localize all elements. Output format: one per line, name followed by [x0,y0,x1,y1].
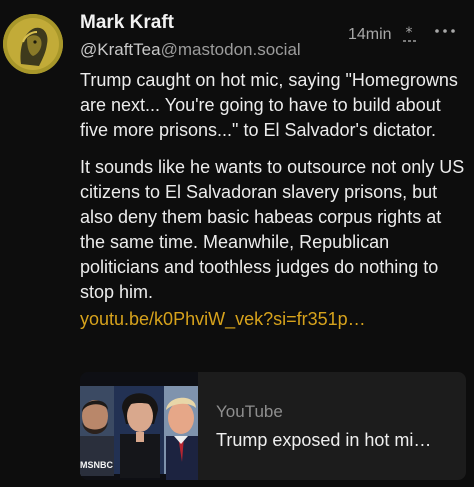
author-handle-domain: @mastodon.social [160,40,301,59]
svg-text:*: * [406,26,413,41]
post-timestamp[interactable]: 14min [348,26,392,44]
avatar-image [3,14,63,74]
link-card-provider: YouTube [216,402,283,421]
avatar[interactable] [3,14,63,74]
post-paragraph: Trump caught on hot mic, saying "Homegro… [80,70,458,140]
post-link[interactable]: youtu.be/k0PhviW_vek?si=fr351p… [80,307,468,332]
unlisted-icon: * [403,26,416,42]
link-card-text: YouTube Trump exposed in hot mi… [198,372,466,480]
link-card-thumbnail: MSNBC [80,372,198,480]
author-display-name[interactable]: Mark Kraft [80,12,174,34]
author-handle-local: @KraftTea [80,40,161,59]
post-paragraph: It sounds like he wants to outsource not… [80,157,465,302]
post-content: Trump caught on hot mic, saying "Homegro… [80,68,468,332]
link-preview-card[interactable]: MSNBC YouTube Trump exposed in hot mi… [80,372,466,480]
more-icon[interactable] [433,24,457,38]
thumbnail-watermark: MSNBC [80,460,113,470]
status-post[interactable]: Mark Kraft @KraftTea@mastodon.social 14m… [0,0,474,487]
author-handle[interactable]: @KraftTea@mastodon.social [80,40,301,60]
link-card-title[interactable]: Trump exposed in hot mi… [216,430,466,451]
